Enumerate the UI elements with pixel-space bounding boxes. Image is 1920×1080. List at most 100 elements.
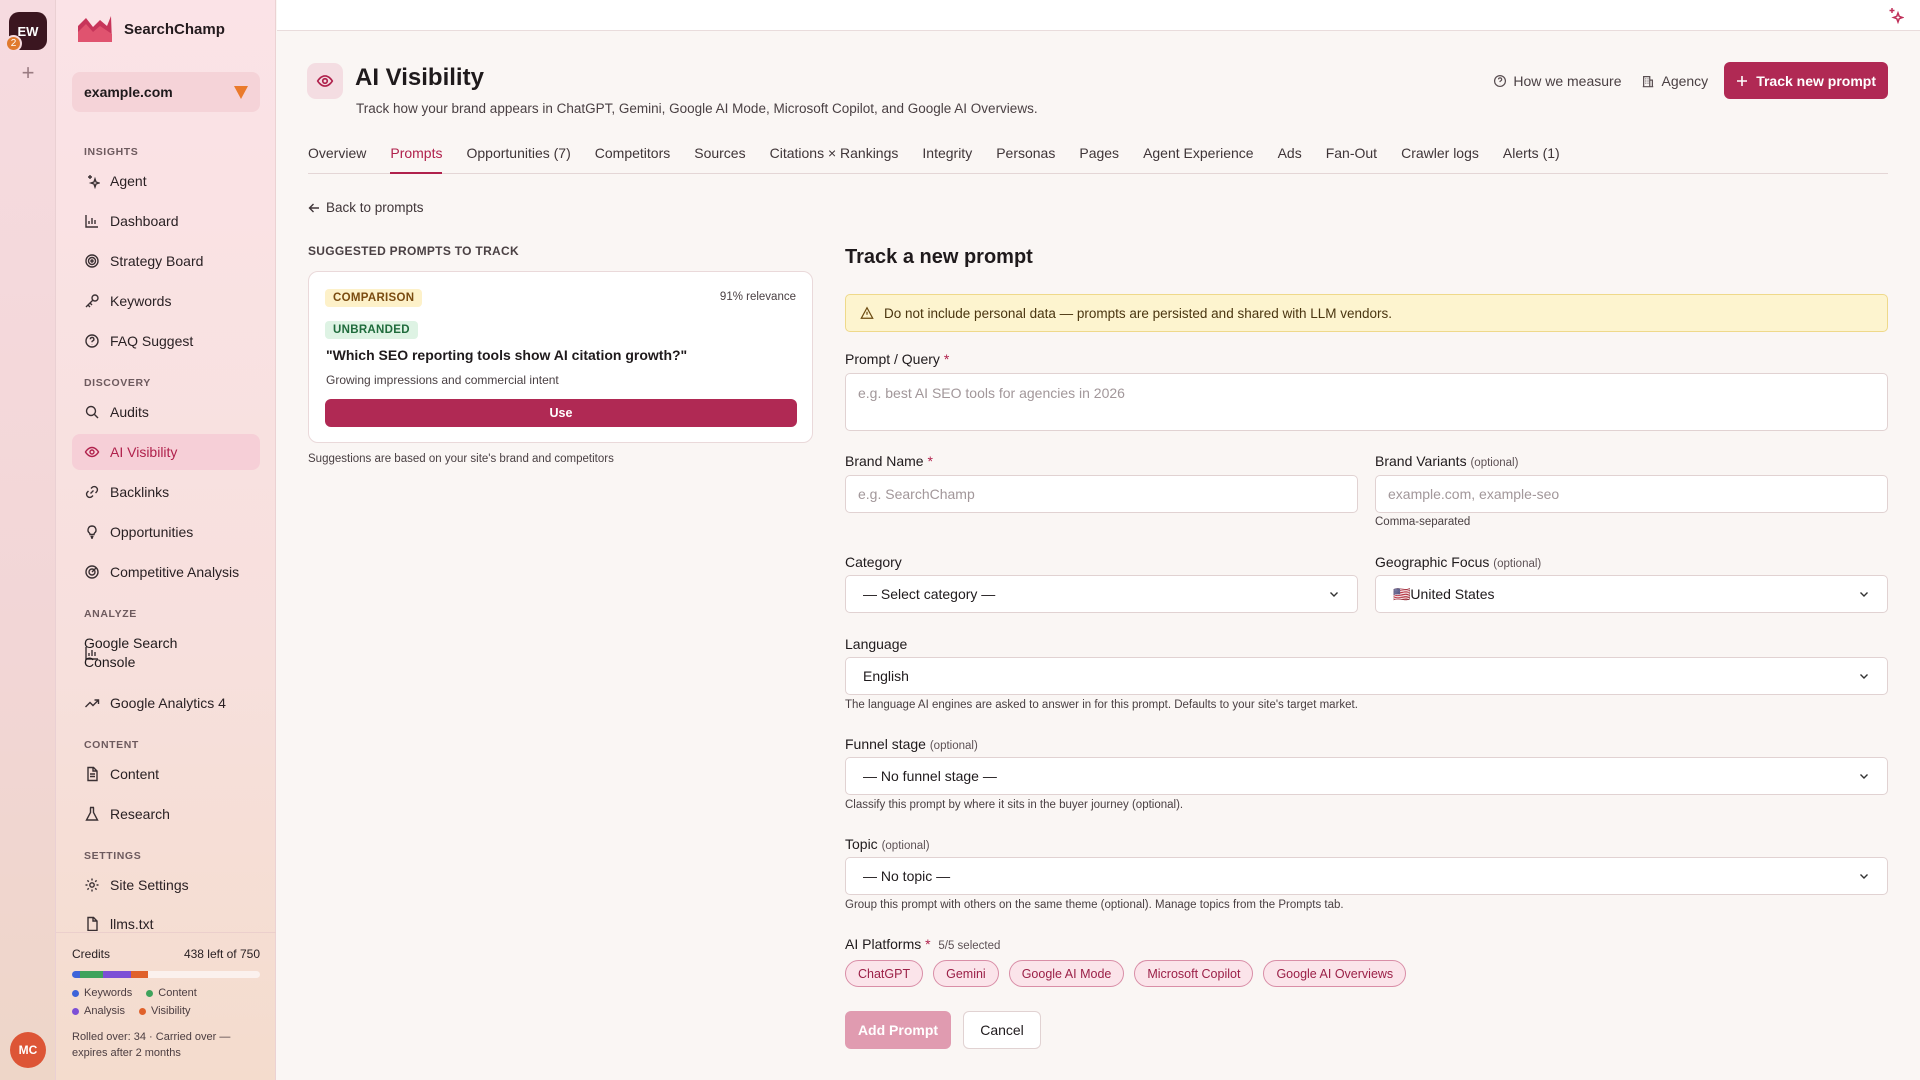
sidebar-item-ai-visibility[interactable]: AI Visibility <box>72 434 260 470</box>
back-to-prompts-link[interactable]: Back to prompts <box>308 200 424 215</box>
brand-name: SearchChamp <box>124 20 225 38</box>
language-value: English <box>863 668 909 684</box>
sidebar: SearchChamp example.com INSIGHTS Agent D… <box>56 0 276 1080</box>
section-analyze: ANALYZE <box>84 608 137 620</box>
sidebar-item-research[interactable]: Research <box>72 796 260 832</box>
sidebar-item-opportunities[interactable]: Opportunities <box>72 514 260 550</box>
sidebar-item-label: Google Analytics 4 <box>110 695 226 711</box>
sidebar-item-label: Site Settings <box>110 877 189 893</box>
credits-usage-bar <box>72 971 260 978</box>
topic-help: Group this prompt with others on the sam… <box>845 899 1344 911</box>
platform-chip-google-ai-overviews[interactable]: Google AI Overviews <box>1263 960 1407 987</box>
geo-focus-select[interactable]: 🇺🇸United States <box>1375 575 1888 613</box>
brand-variants-input[interactable] <box>1388 486 1875 502</box>
sidebar-item-strategy-board[interactable]: Strategy Board <box>72 243 260 279</box>
caret-down-icon <box>234 85 248 99</box>
track-new-prompt-label: Track new prompt <box>1756 72 1876 89</box>
agency-button[interactable]: Agency <box>1637 63 1712 99</box>
credits-remaining: 438 left of 750 <box>183 947 260 961</box>
tab-competitors[interactable]: Competitors <box>595 144 670 174</box>
funnel-stage-select[interactable]: — No funnel stage — <box>845 757 1888 795</box>
user-avatar[interactable]: MC <box>10 1032 46 1068</box>
platform-chip-chatgpt[interactable]: ChatGPT <box>845 960 924 987</box>
sidebar-item-backlinks[interactable]: Backlinks <box>72 474 260 510</box>
sparkle-icon[interactable] <box>1886 6 1904 24</box>
tab-prompts[interactable]: Prompts <box>390 144 443 174</box>
sidebar-item-faq-suggest[interactable]: FAQ Suggest <box>72 323 260 359</box>
tab-alerts[interactable]: Alerts (1) <box>1503 144 1560 174</box>
sidebar-item-label: Google Search Console <box>84 634 177 672</box>
sidebar-item-competitive-analysis[interactable]: Competitive Analysis <box>72 554 260 590</box>
platform-chips: ChatGPT Gemini Google AI Mode Microsoft … <box>845 960 1407 987</box>
chevron-down-icon <box>1860 874 1868 879</box>
tab-ads[interactable]: Ads <box>1278 144 1302 174</box>
sparkle-icon <box>84 173 100 189</box>
use-suggestion-button[interactable]: Use <box>325 399 797 427</box>
suggestion-reason: Growing impressions and commercial inten… <box>326 373 559 387</box>
sidebar-item-content[interactable]: Content <box>72 756 260 792</box>
section-insights: INSIGHTS <box>84 146 139 158</box>
target-icon <box>84 253 100 269</box>
tab-opportunities[interactable]: Opportunities (7) <box>466 144 570 174</box>
platform-chip-microsoft-copilot[interactable]: Microsoft Copilot <box>1134 960 1254 987</box>
chevron-down-icon <box>1860 774 1868 779</box>
brand-variants-field[interactable] <box>1375 475 1888 513</box>
sidebar-item-dashboard[interactable]: Dashboard <box>72 203 260 239</box>
arrow-left-icon <box>308 203 319 212</box>
add-prompt-button[interactable]: Add Prompt <box>845 1011 951 1049</box>
relevance-score: 91% relevance <box>719 291 796 303</box>
rollover-line2: expires after 2 months <box>72 1047 181 1059</box>
sidebar-item-site-settings[interactable]: Site Settings <box>72 867 260 903</box>
cancel-button[interactable]: Cancel <box>963 1011 1041 1049</box>
comparison-badge: COMPARISON <box>325 289 423 307</box>
section-content: CONTENT <box>84 739 139 751</box>
topic-select[interactable]: — No topic — <box>845 857 1888 895</box>
help-circle-icon <box>84 333 100 349</box>
tab-citations-rankings[interactable]: Citations × Rankings <box>770 144 899 174</box>
sidebar-item-label-line2: Console <box>84 654 136 670</box>
sidebar-item-agent[interactable]: Agent <box>72 163 260 199</box>
prompt-textarea[interactable] <box>858 374 1875 418</box>
back-to-prompts-label: Back to prompts <box>326 200 424 215</box>
category-select[interactable]: — Select category — <box>845 575 1358 613</box>
prompt-field[interactable] <box>845 373 1888 431</box>
workspace-rail: EW 2 + MC <box>0 0 56 1080</box>
track-new-prompt-button[interactable]: Track new prompt <box>1724 62 1888 99</box>
prompt-label: Prompt / Query * <box>845 351 950 367</box>
topic-label: Topic (optional) <box>845 836 930 852</box>
add-workspace-button[interactable]: + <box>17 62 39 84</box>
suggestions-heading: SUGGESTED PROMPTS TO TRACK <box>308 244 519 258</box>
tab-integrity[interactable]: Integrity <box>922 144 972 174</box>
section-settings: SETTINGS <box>84 850 142 862</box>
site-selector[interactable]: example.com <box>72 72 260 112</box>
agency-label: Agency <box>1661 72 1709 89</box>
brand-name-input[interactable] <box>858 486 1345 502</box>
tab-fan-out[interactable]: Fan-Out <box>1326 144 1377 174</box>
tab-pages[interactable]: Pages <box>1079 144 1119 174</box>
brand[interactable]: SearchChamp <box>76 14 225 44</box>
help-circle-icon <box>1494 74 1507 87</box>
tab-agent-experience[interactable]: Agent Experience <box>1143 144 1254 174</box>
platform-chip-google-ai-mode[interactable]: Google AI Mode <box>1008 960 1125 987</box>
sidebar-item-google-search-console[interactable]: Google Search Console <box>72 630 260 676</box>
tab-overview[interactable]: Overview <box>308 144 366 174</box>
sidebar-item-label: Keywords <box>110 293 172 309</box>
category-value: — Select category — <box>863 586 996 602</box>
tab-sources[interactable]: Sources <box>694 144 745 174</box>
platform-chip-gemini[interactable]: Gemini <box>933 960 999 987</box>
funnel-stage-label: Funnel stage (optional) <box>845 736 978 752</box>
sidebar-item-keywords[interactable]: Keywords <box>72 283 260 319</box>
brand-name-field[interactable] <box>845 475 1358 513</box>
tab-crawler-logs[interactable]: Crawler logs <box>1401 144 1479 174</box>
sidebar-item-audits[interactable]: Audits <box>72 394 260 430</box>
sidebar-item-llms-txt[interactable]: llms.txt <box>72 907 260 931</box>
language-label: Language <box>845 636 908 652</box>
brand-variants-label: Brand Variants (optional) <box>1375 453 1519 469</box>
tab-personas[interactable]: Personas <box>996 144 1055 174</box>
credits-segment-visibility <box>131 971 149 978</box>
file-text-icon <box>84 916 100 931</box>
how-we-measure-button[interactable]: How we measure <box>1489 63 1625 99</box>
topic-value: — No topic — <box>863 868 951 884</box>
sidebar-item-google-analytics-4[interactable]: Google Analytics 4 <box>72 685 260 721</box>
language-select[interactable]: English <box>845 657 1888 695</box>
